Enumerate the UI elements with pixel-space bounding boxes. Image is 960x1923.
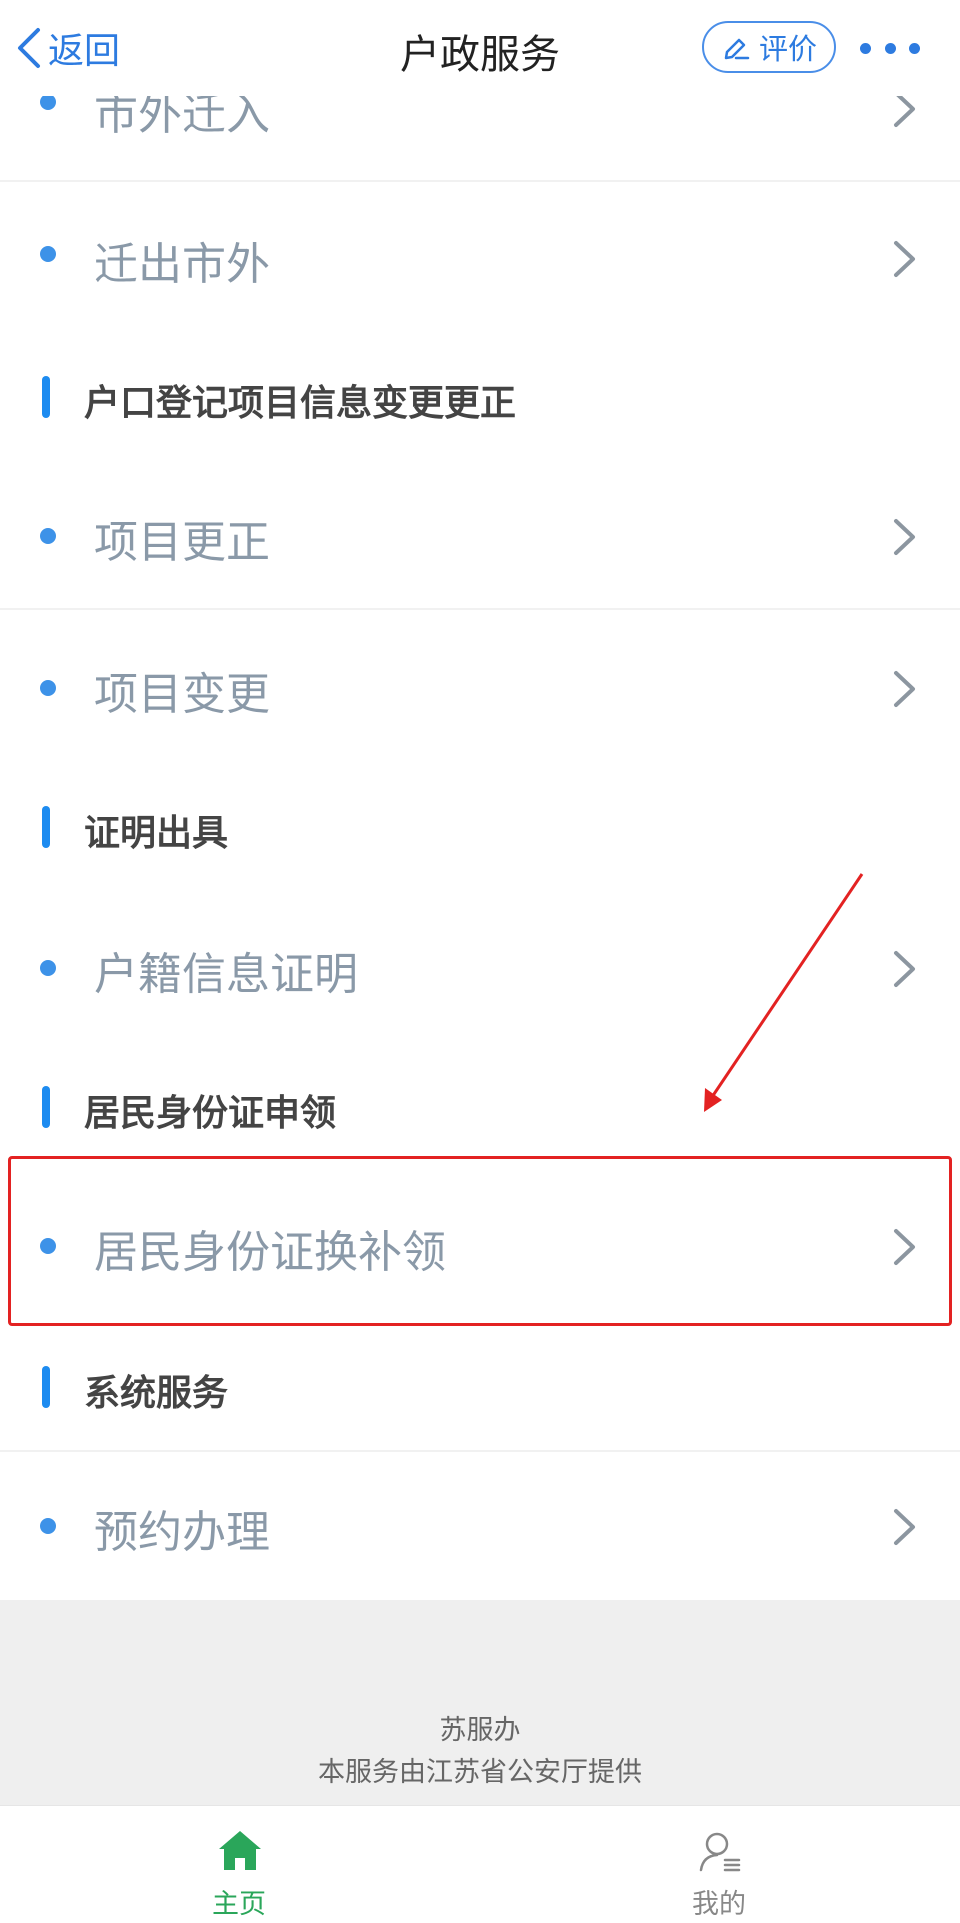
- bullet-dot: [40, 1518, 56, 1534]
- tab-home[interactable]: 主页: [139, 1806, 339, 1923]
- list-item-change[interactable]: 项目变更: [0, 612, 960, 762]
- bullet-dot: [40, 94, 56, 110]
- chevron-right-icon: [894, 519, 915, 555]
- nav-header: 返回 户政服务 评价: [0, 0, 960, 96]
- bullet-dot: [40, 680, 56, 696]
- bullet-dot: [40, 528, 56, 544]
- user-profile-icon: [699, 1832, 741, 1872]
- rate-button[interactable]: 评价: [702, 21, 836, 73]
- bullet-dot: [40, 960, 56, 976]
- tab-mine-label: 我的: [692, 1889, 746, 1920]
- section-title: 系统服务: [84, 1373, 229, 1414]
- section-bar: [42, 1086, 50, 1128]
- divider: [0, 608, 960, 610]
- section-header-registration-change: 户口登记项目信息变更更正: [0, 350, 960, 446]
- item-label: 项目更正: [94, 517, 270, 568]
- item-label: 迁出市外: [94, 239, 270, 290]
- home-icon: [219, 1831, 261, 1870]
- item-label: 居民身份证换补领: [94, 1227, 446, 1278]
- footer-provider: 本服务由江苏省公安厅提供: [318, 1757, 642, 1788]
- section-bar: [42, 806, 50, 848]
- more-dot-icon: [909, 42, 920, 54]
- list-item-appointment[interactable]: 预约办理: [0, 1450, 960, 1600]
- list-item-household-certificate[interactable]: 户籍信息证明: [0, 892, 960, 1042]
- more-options-button[interactable]: [860, 30, 920, 66]
- list-item-correction[interactable]: 项目更正: [0, 460, 960, 610]
- section-header-id-card: 居民身份证申领: [0, 1060, 960, 1156]
- divider: [0, 1450, 960, 1452]
- footer: 苏服办 本服务由江苏省公安厅提供: [0, 1600, 960, 1805]
- chevron-right-icon: [894, 241, 915, 277]
- section-header-certificate: 证明出具: [0, 780, 960, 876]
- list-item-id-card-replace[interactable]: 居民身份证换补领: [0, 1170, 960, 1320]
- item-label: 户籍信息证明: [94, 949, 358, 1000]
- chevron-right-icon: [894, 1509, 915, 1545]
- service-list: 市外迁入 迁出市外 户口登记项目信息变更更正 项目更正 项目变更 证明出具 户籍…: [0, 0, 960, 1600]
- edit-pencil-icon: [724, 38, 750, 60]
- section-title: 证明出具: [84, 813, 229, 854]
- tab-mine[interactable]: 我的: [619, 1806, 819, 1923]
- chevron-right-icon: [894, 951, 915, 987]
- section-bar: [42, 1366, 50, 1408]
- list-item-move-out[interactable]: 迁出市外: [0, 182, 960, 332]
- rate-label: 评价: [758, 32, 817, 66]
- bottom-tab-bar: 主页 我的: [0, 1805, 960, 1923]
- section-title: 居民身份证申领: [84, 1093, 337, 1134]
- item-label: 项目变更: [94, 669, 270, 720]
- chevron-right-icon: [894, 671, 915, 707]
- section-bar: [42, 376, 50, 418]
- tab-home-label: 主页: [212, 1889, 266, 1920]
- item-label: 预约办理: [94, 1507, 270, 1558]
- chevron-right-icon: [894, 1229, 915, 1265]
- bullet-dot: [40, 246, 56, 262]
- more-dot-icon: [884, 42, 896, 54]
- section-header-system-service: 系统服务: [0, 1340, 960, 1436]
- section-title: 户口登记项目信息变更更正: [84, 383, 517, 424]
- more-dot-icon: [860, 42, 871, 54]
- bullet-dot: [40, 1238, 56, 1254]
- footer-brand: 苏服办: [439, 1715, 521, 1746]
